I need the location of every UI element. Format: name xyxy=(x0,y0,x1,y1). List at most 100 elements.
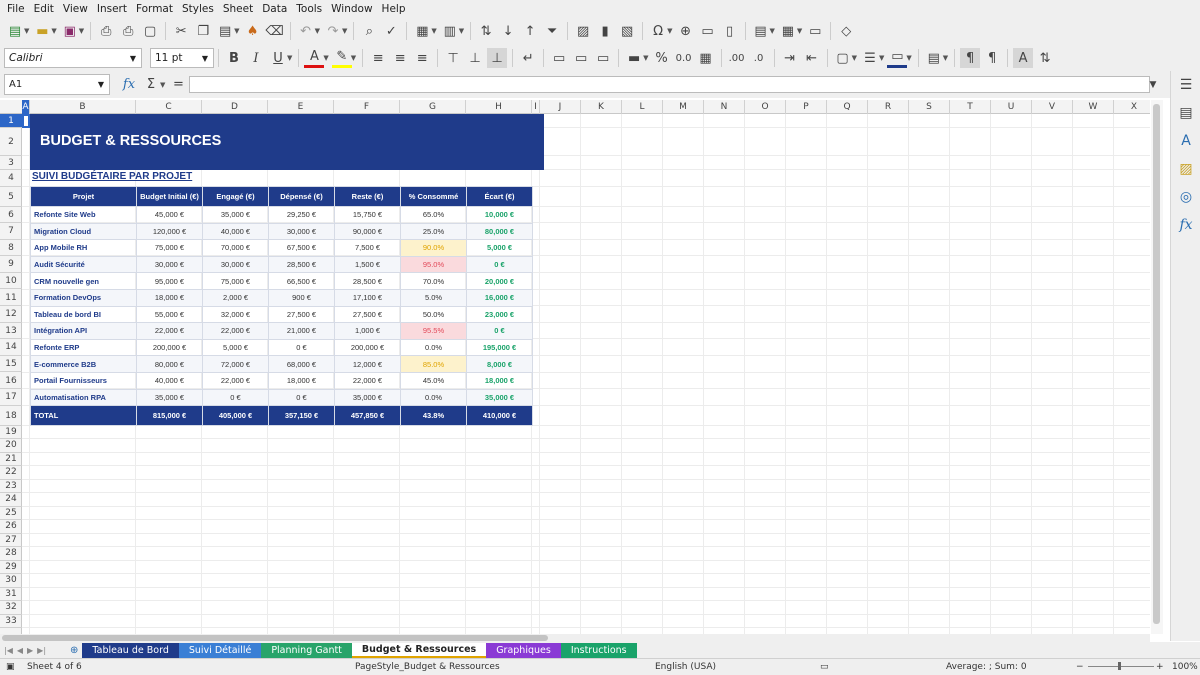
align-middle-icon[interactable]: ⊥ xyxy=(465,48,485,68)
column-header-a[interactable]: A xyxy=(22,100,30,114)
cell-budget[interactable]: 80,000 € xyxy=(136,355,203,373)
spelling-icon[interactable]: ✓ xyxy=(381,21,401,41)
sheet-tab[interactable]: Budget & Ressources xyxy=(351,642,487,658)
cell-pct[interactable]: 65.0% xyxy=(400,206,467,224)
cell-engage[interactable]: 2,000 € xyxy=(202,288,269,307)
bold-icon[interactable]: B xyxy=(224,48,244,68)
font-color-dropdown-icon[interactable]: ▼ xyxy=(323,54,328,62)
first-sheet-icon[interactable]: |◀ xyxy=(4,646,13,655)
zoom-level[interactable]: 100% xyxy=(1172,662,1198,672)
cell-budget[interactable]: 120,000 € xyxy=(136,222,203,241)
cell-engage[interactable]: 75,000 € xyxy=(202,272,269,290)
comment-icon[interactable]: ▭ xyxy=(698,21,718,41)
cell-reste[interactable]: 90,000 € xyxy=(334,222,401,241)
cell-ecart[interactable]: 18,000 € xyxy=(466,371,533,390)
cell-projet[interactable]: E-commerce B2B xyxy=(30,355,137,373)
borders-dropdown-icon[interactable]: ▼ xyxy=(852,54,857,62)
open-folder-icon[interactable]: ▬ xyxy=(32,21,52,41)
decrease-indent-icon[interactable]: ⇤ xyxy=(802,48,822,68)
insert-image-icon[interactable]: ▨ xyxy=(573,21,593,41)
border-color-icon[interactable]: ▭ xyxy=(887,48,908,68)
total-cell-budget[interactable]: 815,000 € xyxy=(136,405,203,427)
borders-icon[interactable]: ▢ xyxy=(833,48,853,68)
clone-format-icon[interactable]: ♠ xyxy=(243,21,263,41)
cell-pct[interactable]: 85.0% xyxy=(400,355,467,373)
cell-depense[interactable]: 27,500 € xyxy=(268,305,335,324)
column-header-x[interactable]: X xyxy=(1114,100,1155,114)
page-style[interactable]: PageStyle_Budget & Ressources xyxy=(355,662,500,672)
total-cell-engage[interactable]: 405,000 € xyxy=(202,405,269,427)
zoom-out-icon[interactable]: − xyxy=(1076,662,1084,672)
cell-budget[interactable]: 75,000 € xyxy=(136,239,203,257)
unmerge-cells-icon[interactable]: ▭ xyxy=(593,48,613,68)
row-header-28[interactable]: 28 xyxy=(0,547,22,561)
undo-icon[interactable]: ↶ xyxy=(296,21,316,41)
cell-reste[interactable]: 27,500 € xyxy=(334,305,401,324)
cell-depense[interactable]: 30,000 € xyxy=(268,222,335,241)
cell-engage[interactable]: 30,000 € xyxy=(202,255,269,274)
cell-depense[interactable]: 900 € xyxy=(268,288,335,307)
cell-pct[interactable]: 90.0% xyxy=(400,239,467,257)
total-cell-reste[interactable]: 457,850 € xyxy=(334,405,401,427)
column-dropdown-icon[interactable]: ▼ xyxy=(459,27,464,35)
row-header-33[interactable]: 33 xyxy=(0,615,22,629)
cell-depense[interactable]: 66,500 € xyxy=(268,272,335,290)
row-header-31[interactable]: 31 xyxy=(0,588,22,602)
cell-reste[interactable]: 200,000 € xyxy=(334,338,401,357)
cell-ecart[interactable]: 8,000 € xyxy=(466,355,533,373)
cell-reste[interactable]: 22,000 € xyxy=(334,371,401,390)
sort-icon[interactable]: ⇅ xyxy=(476,21,496,41)
font-size-combobox[interactable]: 11 pt ▼ xyxy=(150,48,214,68)
cell-depense[interactable]: 67,500 € xyxy=(268,239,335,257)
freeze-rows-columns-icon[interactable]: ▦ xyxy=(778,21,798,41)
cell-ecart[interactable]: 10,000 € xyxy=(466,206,533,224)
border-color-dropdown-icon[interactable]: ▼ xyxy=(906,54,911,62)
previous-sheet-icon[interactable]: ◀ xyxy=(17,646,23,655)
column-header-k[interactable]: K xyxy=(581,100,622,114)
border-style-dropdown-icon[interactable]: ▼ xyxy=(879,54,884,62)
freeze-dropdown-icon[interactable]: ▼ xyxy=(797,27,802,35)
row-header-25[interactable]: 25 xyxy=(0,507,22,521)
column-header-cell[interactable]: Engagé (€) xyxy=(202,186,269,207)
column-header-f[interactable]: F xyxy=(334,100,400,114)
expand-formula-icon[interactable]: ▼ xyxy=(1143,75,1163,95)
active-cell-cursor[interactable] xyxy=(22,114,30,128)
cell-depense[interactable]: 21,000 € xyxy=(268,322,335,340)
row-header-11[interactable]: 11 xyxy=(0,290,22,307)
total-cell-pct[interactable]: 43.8% xyxy=(400,405,467,427)
insert-chart-icon[interactable]: ▮ xyxy=(595,21,615,41)
cell-engage[interactable]: 32,000 € xyxy=(202,305,269,324)
cell-budget[interactable]: 30,000 € xyxy=(136,255,203,274)
cell-budget[interactable]: 35,000 € xyxy=(136,388,203,407)
column-header-cell[interactable]: % Consommé xyxy=(400,186,467,207)
cell-budget[interactable]: 95,000 € xyxy=(136,272,203,290)
total-cell-depense[interactable]: 357,150 € xyxy=(268,405,335,427)
vertical-scrollbar[interactable] xyxy=(1151,100,1163,634)
show-draw-functions-icon[interactable]: ◇ xyxy=(836,21,856,41)
cell-reste[interactable]: 7,500 € xyxy=(334,239,401,257)
cell-depense[interactable]: 68,000 € xyxy=(268,355,335,373)
highlight-color-icon[interactable]: ✎ xyxy=(331,48,352,68)
menu-file[interactable]: File xyxy=(4,3,31,15)
formula-icon[interactable]: = xyxy=(168,75,188,95)
row-header-29[interactable]: 29 xyxy=(0,561,22,575)
column-header-d[interactable]: D xyxy=(202,100,268,114)
cell-depense[interactable]: 18,000 € xyxy=(268,371,335,390)
sheet-tab[interactable]: Tableau de Bord xyxy=(82,642,179,658)
language[interactable]: English (USA) xyxy=(655,662,716,672)
redo-icon[interactable]: ↷ xyxy=(323,21,343,41)
menu-window[interactable]: Window xyxy=(328,3,378,15)
cell-engage[interactable]: 72,000 € xyxy=(202,355,269,373)
cell-ecart[interactable]: 23,000 € xyxy=(466,305,533,324)
row-header-10[interactable]: 10 xyxy=(0,273,22,290)
cell-ecart[interactable]: 5,000 € xyxy=(466,239,533,257)
cell-pct[interactable]: 70.0% xyxy=(400,272,467,290)
zoom-slider[interactable] xyxy=(1088,666,1154,667)
wrap-text-icon[interactable]: ↵ xyxy=(518,48,538,68)
cell-depense[interactable]: 0 € xyxy=(268,338,335,357)
selection-sum[interactable]: Average: ; Sum: 0 xyxy=(946,662,1027,672)
clear-format-icon[interactable]: ⌫ xyxy=(265,21,285,41)
paste-icon[interactable]: ▤ xyxy=(215,21,235,41)
zoom-slider-thumb[interactable] xyxy=(1118,662,1121,670)
sheet-tab[interactable]: Graphiques xyxy=(486,642,561,658)
